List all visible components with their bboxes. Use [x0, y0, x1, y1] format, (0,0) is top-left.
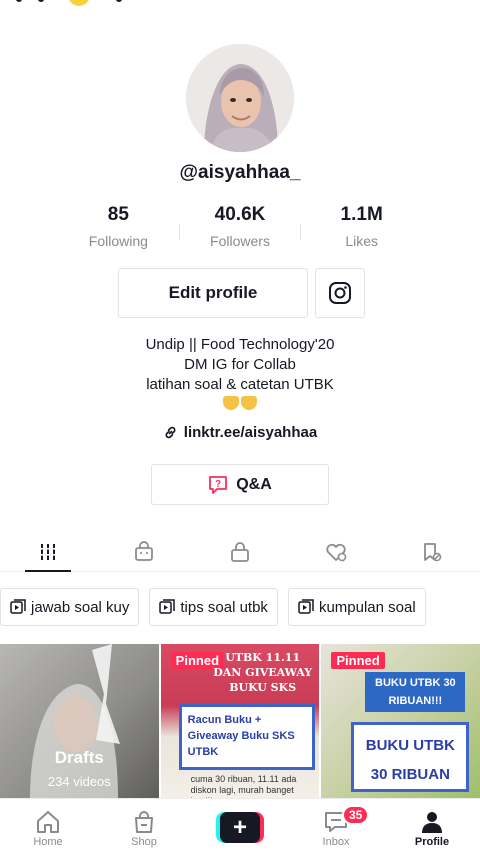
following-count: 85 [107, 204, 129, 225]
likes-count: 1.1M [340, 204, 383, 225]
nav-shop-label: Shop [131, 836, 157, 848]
bottom-navigation: Home Shop + 35 Inbox Profile [0, 798, 480, 854]
link-text: linktr.ee/aisyahhaa [183, 424, 318, 441]
inbox-badge: 35 [342, 805, 370, 825]
nav-inbox-label: Inbox [322, 836, 350, 848]
shop-bag-icon [135, 540, 153, 561]
followers-count: 40.6K [214, 204, 266, 225]
instagram-icon [329, 282, 351, 304]
profile-icon [422, 812, 442, 833]
avatar-photo [186, 44, 294, 152]
status-dot [16, 0, 22, 2]
pointing-down-emoji-icon [223, 396, 257, 410]
nav-shop[interactable]: Shop [96, 799, 192, 854]
link-icon [165, 426, 176, 439]
home-icon [37, 811, 59, 833]
video-card-text: Racun Buku + Giveaway Buku SKS UTBK [178, 704, 315, 770]
qa-label: Q&A [236, 475, 272, 493]
playlist-label: jawab soal kuy [31, 598, 130, 616]
favorites-icon [424, 542, 442, 561]
bio-line: DM IG for Collab [184, 356, 296, 373]
playlist-chip[interactable]: tips soal utbk [149, 588, 278, 626]
tab-favorites[interactable] [384, 532, 480, 571]
avatar[interactable] [186, 44, 294, 152]
playlist-chip[interactable]: jawab soal kuy [0, 588, 140, 626]
followers-label: Followers [210, 233, 270, 249]
status-dot [38, 0, 44, 2]
video-tile[interactable]: Pinned BUKU UTBK 30 RIBUAN!!! BUKU UTBK … [321, 644, 480, 798]
playlist-icon [298, 599, 314, 614]
emoji-icon [68, 0, 90, 6]
stat-following[interactable]: 85 Following [58, 204, 179, 254]
playlist-chip[interactable]: kumpulan soal [287, 588, 426, 626]
edit-profile-button[interactable]: Edit profile [118, 268, 308, 318]
bio-link[interactable]: linktr.ee/aisyahhaa [0, 424, 480, 441]
video-card-text: BUKU UTBK 30 RIBUAN [351, 722, 470, 792]
bio: Undip || Food Technology'20 DM IG for Co… [0, 335, 480, 416]
nav-home-label: Home [33, 836, 63, 848]
drafts-tile[interactable]: Drafts 234 videos [0, 644, 159, 798]
likes-label: Likes [345, 233, 379, 249]
qa-icon: ? [209, 475, 228, 494]
plus-icon: + [220, 812, 260, 843]
drafts-count: 234 videos [47, 774, 111, 789]
playlist-icon [10, 599, 26, 614]
playlist-label: tips soal utbk [180, 598, 268, 616]
status-dot [116, 0, 122, 2]
nav-profile[interactable]: Profile [384, 799, 480, 854]
lock-icon [231, 541, 249, 562]
video-caption: cuma 30 ribuan, 11.11 ada diskon lagi, m… [190, 774, 297, 798]
nav-profile-label: Profile [414, 836, 450, 848]
liked-heart-icon [326, 543, 347, 562]
username: @aisyahhaa_ [179, 162, 301, 183]
instagram-button[interactable] [315, 268, 365, 318]
nav-inbox[interactable]: 35 Inbox [288, 799, 384, 854]
video-tile[interactable]: Pinned UTBK 11.11 DAN GIVEAWAY BUKU SKS … [160, 644, 320, 798]
stat-followers[interactable]: 40.6K Followers [180, 204, 301, 254]
tab-private[interactable] [192, 532, 288, 571]
svg-text:?: ? [215, 479, 221, 490]
playlist-label: kumpulan soal [318, 598, 416, 616]
tab-videos[interactable] [0, 532, 96, 572]
video-grid: Drafts 234 videos Pinned UTBK 11.11 DAN … [0, 644, 480, 798]
following-label: Following [88, 233, 148, 249]
pinned-badge: Pinned [331, 652, 385, 669]
status-bar [0, 0, 480, 18]
grid-icon [39, 543, 57, 560]
video-overlay-text: BUKU UTBK 30 RIBUAN!!! [365, 672, 466, 712]
qa-button[interactable]: ? Q&A [151, 464, 329, 505]
video-card-line: BUKU UTBK [365, 737, 455, 754]
tab-liked[interactable] [288, 532, 384, 571]
playlist-chips: jawab soal kuy tips soal utbk kumpulan s… [0, 588, 480, 626]
nav-home[interactable]: Home [0, 799, 96, 854]
profile-tabs [0, 532, 480, 572]
bio-line: latihan soal & catetan UTBK [146, 376, 334, 393]
drafts-title: Drafts [54, 748, 104, 767]
nav-create[interactable]: + [192, 799, 288, 854]
video-overlay-text: UTBK 11.11 DAN GIVEAWAY BUKU SKS [213, 651, 313, 694]
shop-icon [135, 811, 153, 833]
video-card-line: 30 RIBUAN [370, 766, 450, 783]
tab-shop[interactable] [96, 532, 192, 571]
profile-stats: 85 Following 40.6K Followers 1.1M Likes [58, 204, 422, 254]
stat-likes[interactable]: 1.1M Likes [301, 204, 422, 254]
playlist-icon [159, 599, 176, 614]
create-button[interactable]: + [216, 812, 264, 843]
bio-line: Undip || Food Technology'20 [145, 336, 335, 353]
